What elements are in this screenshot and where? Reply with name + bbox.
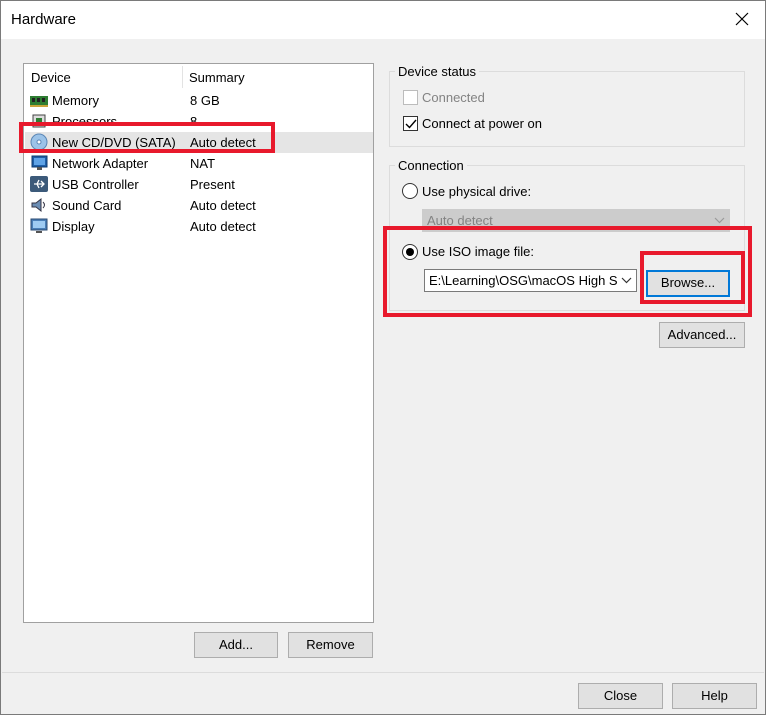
device-name: USB Controller (52, 177, 139, 192)
use-iso-image-radio[interactable] (402, 244, 418, 260)
device-row-memory[interactable]: Memory 8 GB (25, 90, 373, 111)
device-summary: NAT (190, 156, 216, 171)
use-physical-drive-label: Use physical drive: (422, 184, 532, 199)
device-name: Sound Card (52, 198, 122, 213)
column-header-summary[interactable]: Summary (189, 70, 245, 85)
browse-button[interactable]: Browse... (646, 270, 730, 297)
close-window-button[interactable] (725, 3, 759, 35)
device-row-usb-controller[interactable]: USB Controller Present (25, 174, 373, 195)
hardware-dialog: Hardware Device Summary Memory 8 GB Proc… (0, 0, 766, 715)
device-row-network-adapter[interactable]: Network Adapter NAT (25, 153, 373, 174)
iso-image-path-value: E:\Learning\OSG\macOS High S (429, 273, 618, 288)
column-header-device[interactable]: Device (31, 70, 71, 85)
close-button[interactable]: Close (578, 683, 663, 709)
physical-drive-select[interactable]: Auto detect (422, 209, 730, 232)
radio-selected-dot (406, 248, 414, 256)
device-list-header: Device Summary (24, 64, 373, 90)
connection-label: Connection (395, 158, 467, 173)
device-summary: Auto detect (190, 135, 256, 150)
connect-at-power-on-label: Connect at power on (422, 116, 542, 131)
device-name: New CD/DVD (SATA) (52, 135, 176, 150)
physical-drive-value: Auto detect (427, 213, 493, 228)
device-name: Display (52, 219, 95, 234)
use-physical-drive-radio[interactable] (402, 183, 418, 199)
device-name: Processors (52, 114, 118, 129)
use-iso-image-label: Use ISO image file: (422, 244, 534, 259)
iso-image-path-combo[interactable]: E:\Learning\OSG\macOS High S (424, 269, 637, 292)
advanced-button[interactable]: Advanced... (659, 322, 745, 348)
title-bar: Hardware (1, 1, 765, 39)
close-icon (735, 12, 749, 26)
device-summary: 8 (190, 114, 198, 129)
device-row-display[interactable]: Display Auto detect (25, 216, 373, 237)
footer-divider (2, 672, 764, 673)
help-button[interactable]: Help (672, 683, 757, 709)
chevron-down-icon (714, 217, 725, 224)
chevron-down-icon (621, 277, 632, 284)
window-title: Hardware (11, 11, 77, 28)
device-summary: Auto detect (190, 219, 256, 234)
remove-button[interactable]: Remove (288, 632, 373, 658)
device-summary: Present (190, 177, 235, 192)
device-list[interactable]: Device Summary Memory 8 GB Processors 8 … (23, 63, 374, 623)
processor-icon (29, 112, 49, 130)
memory-icon (29, 91, 49, 109)
device-summary: Auto detect (190, 198, 256, 213)
device-row-cd-dvd[interactable]: New CD/DVD (SATA) Auto detect (25, 132, 373, 153)
device-row-processors[interactable]: Processors 8 (25, 111, 373, 132)
device-status-label: Device status (395, 64, 480, 79)
network-adapter-icon (29, 154, 49, 172)
display-icon (29, 217, 49, 235)
add-button[interactable]: Add... (194, 632, 278, 658)
checkmark-icon (405, 119, 417, 129)
sound-card-icon (29, 196, 49, 214)
connect-at-power-on-checkbox[interactable] (403, 116, 418, 131)
column-separator[interactable] (182, 66, 183, 88)
connected-label: Connected (422, 90, 485, 105)
device-name: Memory (52, 93, 99, 108)
usb-icon (29, 175, 49, 193)
device-row-sound-card[interactable]: Sound Card Auto detect (25, 195, 373, 216)
device-name: Network Adapter (52, 156, 149, 171)
device-summary: 8 GB (190, 93, 220, 108)
cd-dvd-icon (29, 133, 49, 151)
connected-checkbox[interactable] (403, 90, 418, 105)
device-status-group (389, 71, 745, 147)
